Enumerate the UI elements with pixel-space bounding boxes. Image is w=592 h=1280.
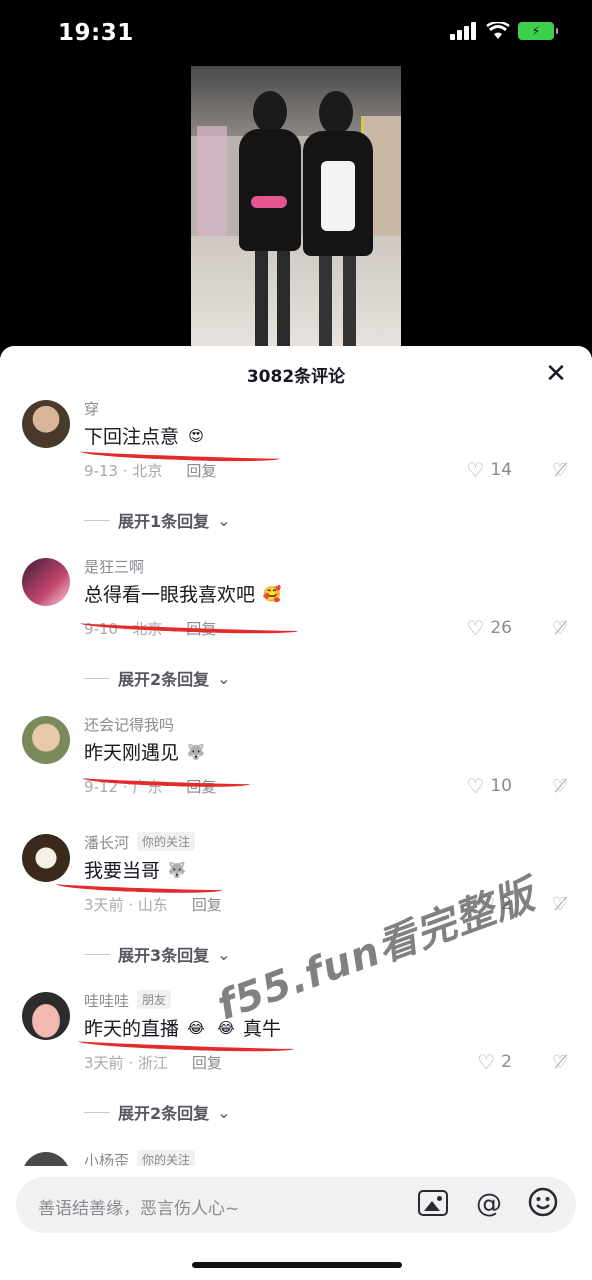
status-bar: 19:31 ⚡	[0, 0, 592, 66]
comment-meta: 9-13 · 北京 回复	[84, 462, 217, 480]
follow-tag: 你的关注	[137, 1150, 196, 1166]
comment-meta: 3天前 · 浙江 回复	[84, 1054, 222, 1072]
comment-text: 下回注点意 😍	[84, 422, 209, 449]
comment-text: 我要当哥 🐺	[84, 856, 190, 883]
chevron-down-icon: ⌄	[217, 668, 231, 688]
status-time: 19:31	[58, 20, 134, 46]
comment-text: 昨天刚遇见 🐺	[84, 738, 209, 765]
avatar[interactable]	[22, 834, 70, 882]
dislike-icon[interactable]: ♡̸	[552, 1052, 568, 1073]
heart-icon: ♡	[477, 1050, 496, 1074]
follow-tag: 你的关注	[137, 832, 196, 851]
dislike-icon[interactable]: ♡̸	[552, 776, 568, 797]
like-count: 14	[490, 460, 512, 480]
reply-button[interactable]: 回复	[192, 896, 222, 914]
chevron-down-icon: ⌄	[217, 1102, 231, 1122]
image-icon[interactable]	[418, 1190, 448, 1216]
comment-input-placeholder[interactable]: 善语结善缘，恶言伤人心~	[38, 1194, 239, 1219]
comment-username[interactable]: 哇哇哇 朋友	[84, 990, 172, 1011]
comment-username[interactable]: 是狂三啊	[84, 556, 144, 577]
close-icon[interactable]: ✕	[542, 360, 570, 388]
avatar[interactable]	[22, 1152, 70, 1166]
comment-username[interactable]: 潘长河 你的关注	[84, 832, 196, 853]
red-scribble	[55, 879, 223, 895]
comment-username[interactable]: 小杨歪 你的关注	[84, 1150, 196, 1166]
home-indicator[interactable]	[192, 1262, 402, 1268]
like-button[interactable]: ♡ 26	[466, 616, 512, 640]
dislike-icon[interactable]: ♡̸	[552, 894, 568, 915]
comment-meta: 3天前 · 山东 回复	[84, 896, 222, 914]
avatar[interactable]	[22, 992, 70, 1040]
comments-count-title: 3082条评论	[246, 367, 346, 387]
reply-button[interactable]: 回复	[186, 462, 216, 480]
like-count: 2	[501, 1052, 512, 1072]
like-count: 26	[490, 618, 512, 638]
chevron-down-icon: ⌄	[217, 944, 231, 964]
expand-replies-button[interactable]: 展开3条回复 ⌄	[84, 942, 231, 966]
avatar[interactable]	[22, 716, 70, 764]
reply-button[interactable]: 回复	[192, 1054, 222, 1072]
heart-icon: ♡	[466, 774, 485, 798]
like-button[interactable]: ♡ 14	[466, 458, 512, 482]
battery-icon: ⚡	[518, 22, 558, 40]
like-button[interactable]: ♡ 10	[466, 774, 512, 798]
at-icon[interactable]: @	[472, 1187, 506, 1221]
signal-icon	[450, 22, 478, 40]
tears-of-joy-emoji: 😂	[187, 1018, 205, 1037]
expand-replies-button[interactable]: 展开2条回复 ⌄	[84, 666, 231, 690]
expand-replies-button[interactable]: 展开1条回复 ⌄	[84, 508, 231, 532]
kiss-emoji: 🥰	[262, 584, 282, 603]
friend-tag: 朋友	[137, 990, 172, 1009]
heart-icon: ♡	[466, 458, 485, 482]
heart-icon: ♡	[466, 616, 485, 640]
heart-eyes-emoji: 😍	[188, 426, 204, 445]
like-button[interactable]: ♡ 2	[477, 1050, 512, 1074]
like-count: 10	[490, 776, 512, 796]
wolf-emoji: 🐺	[186, 742, 206, 761]
comment-list[interactable]: 穿 下回注点意 😍 9-13 · 北京 回复 ♡ 14 ♡̸ 展开1条回复 ⌄ 是狂三啊…	[0, 398, 592, 1166]
wifi-icon	[486, 22, 510, 39]
comment-text: 总得看一眼我喜欢吧 🥰	[84, 580, 285, 607]
avatar[interactable]	[22, 558, 70, 606]
comment-username[interactable]: 穿	[84, 398, 99, 419]
comment-username[interactable]: 还会记得我吗	[84, 714, 174, 735]
comments-sheet: 3082条评论 ✕ 穿 下回注点意 😍 9-13 · 北京 回复 ♡ 14 ♡̸ 展开…	[0, 346, 592, 1280]
expand-replies-button[interactable]: 展开2条回复 ⌄	[84, 1100, 231, 1124]
chevron-down-icon: ⌄	[217, 510, 231, 530]
emoji-icon[interactable]	[526, 1187, 560, 1221]
dislike-icon[interactable]: ♡̸	[552, 460, 568, 481]
dislike-icon[interactable]: ♡̸	[552, 618, 568, 639]
wolf-emoji: 🐺	[167, 860, 187, 879]
video-preview[interactable]	[191, 66, 401, 356]
comment-input-bar[interactable]: 善语结善缘，恶言伤人心~ @	[16, 1177, 576, 1233]
avatar[interactable]	[22, 400, 70, 448]
